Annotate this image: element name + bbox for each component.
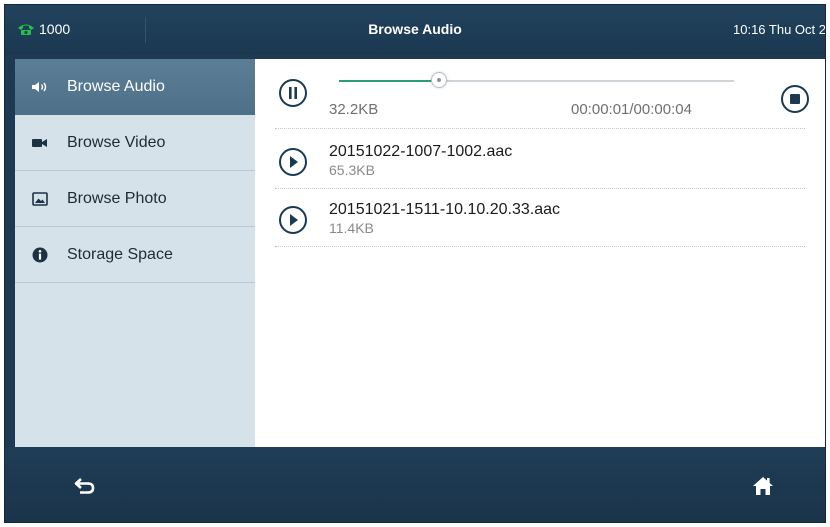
sidebar-item-label: Browse Video	[67, 133, 166, 151]
page-title: Browse Audio	[368, 21, 462, 37]
sidebar-item-browse-audio[interactable]: Browse Audio	[15, 59, 255, 115]
file-name: 20151022-1007-1002.aac	[329, 143, 513, 160]
audio-list-panel: 32.2KB 00:00:01/00:00:04 20151022-1007-1…	[255, 59, 825, 447]
bottom-bar	[5, 447, 825, 522]
list-item[interactable]: 20151022-1007-1002.aac 65.3KB	[255, 131, 825, 189]
stop-button[interactable]	[781, 85, 809, 113]
progress-knob[interactable]	[430, 72, 447, 88]
progress-bar[interactable]	[339, 72, 734, 88]
pause-button[interactable]	[279, 79, 307, 107]
play-icon	[290, 214, 298, 226]
phone-screen: 1000 Browse Audio 10:16 Thu Oct 22 Brows…	[4, 4, 826, 523]
speaker-icon	[29, 76, 51, 98]
file-size: 65.3KB	[329, 162, 375, 178]
back-icon	[74, 478, 95, 494]
progress-fill	[339, 80, 438, 82]
sidebar-item-label: Browse Photo	[67, 189, 167, 207]
list-item[interactable]: 20151021-1511-10.10.20.33.aac 11.4KB	[255, 189, 825, 247]
file-size: 11.4KB	[329, 220, 374, 236]
sidebar-item-label: Storage Space	[67, 245, 173, 263]
play-button[interactable]	[279, 206, 307, 234]
info-icon	[29, 244, 51, 266]
pause-icon	[289, 87, 297, 99]
date-time: 10:16 Thu Oct 22	[733, 22, 826, 37]
play-icon	[290, 156, 298, 168]
file-name: 20151021-1511-10.10.20.33.aac	[329, 201, 561, 218]
audio-player: 32.2KB 00:00:01/00:00:04	[255, 59, 825, 127]
status-bar: 1000 Browse Audio 10:16 Thu Oct 22	[5, 5, 825, 55]
sidebar-item-storage-space[interactable]: Storage Space	[15, 227, 255, 283]
divider	[275, 246, 805, 247]
player-time: 00:00:01/00:00:04	[571, 101, 692, 118]
divider	[275, 128, 805, 129]
sidebar-item-label: Browse Audio	[67, 77, 165, 95]
player-file-size: 32.2KB	[329, 101, 379, 118]
video-camera-icon	[29, 132, 51, 154]
stop-icon	[790, 94, 800, 104]
photo-icon	[29, 188, 51, 210]
sidebar-item-browse-photo[interactable]: Browse Photo	[15, 171, 255, 227]
sidebar-item-browse-video[interactable]: Browse Video	[15, 115, 255, 171]
home-button[interactable]	[749, 473, 777, 499]
home-icon	[753, 477, 773, 495]
back-button[interactable]	[71, 473, 99, 499]
play-button[interactable]	[279, 148, 307, 176]
sidebar: Browse Audio Browse Video Browse Photo S…	[15, 59, 255, 447]
